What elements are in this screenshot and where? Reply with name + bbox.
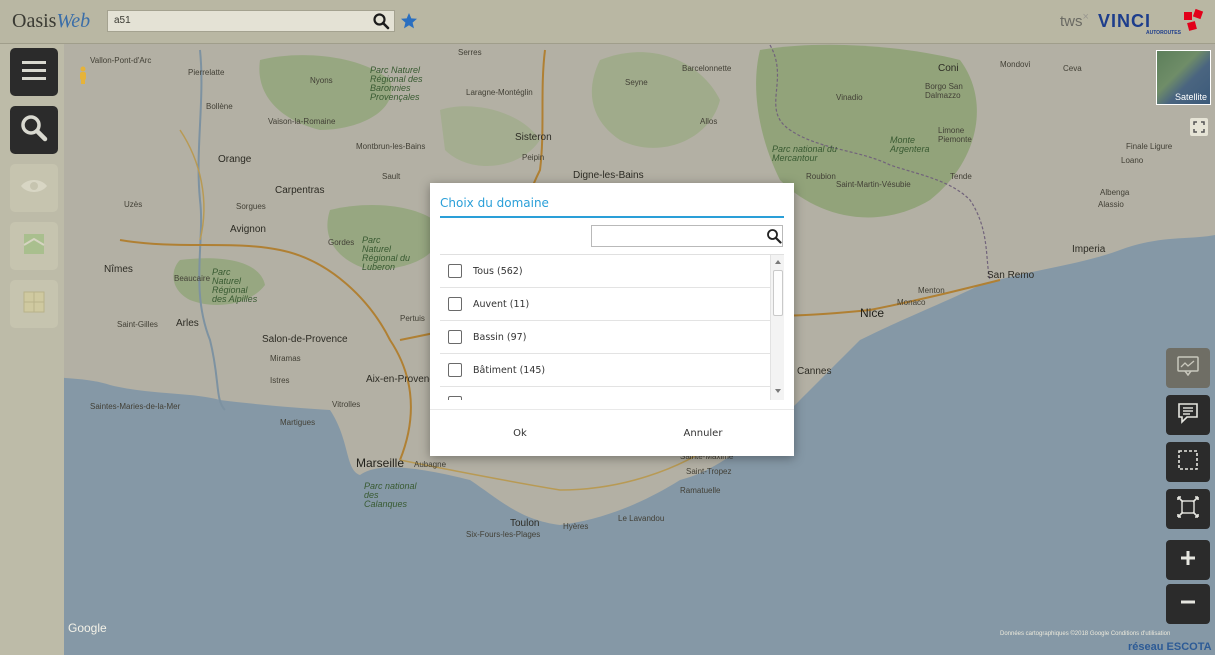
scroll-thumb[interactable]	[773, 270, 783, 316]
satellite-toggle[interactable]: Satellite	[1156, 50, 1211, 105]
search-icon[interactable]	[372, 12, 390, 30]
scroll-up-arrow-icon[interactable]	[775, 260, 781, 264]
select-area-button[interactable]	[1166, 442, 1210, 482]
top-bar: OasisWeb a51 tws× VINCI AUTOROUTES	[0, 0, 1215, 44]
star-icon[interactable]	[400, 12, 418, 30]
tws-label: tws	[1060, 13, 1083, 30]
search-icon	[19, 113, 49, 147]
ok-button[interactable]: Ok	[450, 419, 590, 449]
search-icon[interactable]	[766, 228, 782, 244]
item-label: Bâtiment (145)	[473, 364, 546, 376]
checkbox[interactable]	[448, 297, 462, 311]
tws-logo: tws×	[1060, 11, 1089, 30]
list-item-partial[interactable]	[440, 387, 770, 400]
checkbox[interactable]	[448, 396, 462, 400]
menu-icon	[20, 58, 48, 86]
vinci-sub: AUTOROUTES	[1146, 30, 1182, 36]
checkbox[interactable]	[448, 264, 462, 278]
menu-button[interactable]	[10, 48, 58, 96]
list-item[interactable]: Bâtiment (145)	[440, 354, 770, 387]
eye-icon	[19, 176, 49, 200]
vinci-brand: VINCI	[1098, 11, 1151, 31]
grid-button[interactable]	[10, 280, 58, 328]
tws-mark: ×	[1082, 11, 1089, 23]
item-label: Auvent (11)	[473, 298, 530, 310]
map-attribution[interactable]: Données cartographiques ©2018 Google Con…	[1000, 631, 1170, 637]
zoom-in-icon	[1179, 549, 1197, 571]
street-view-pegman-icon[interactable]	[78, 66, 88, 84]
domain-choice-dialog: Choix du domaine Tous (562) Auvent (11) …	[430, 183, 794, 456]
fit-extent-button[interactable]	[1166, 489, 1210, 529]
list-item[interactable]: Bassin (97)	[440, 321, 770, 354]
google-logo: Google	[68, 621, 107, 635]
fullscreen-icon	[1193, 118, 1205, 137]
title-underline	[440, 216, 784, 218]
network-label: réseau ESCOTA	[1128, 641, 1212, 653]
layers-icon	[21, 231, 47, 261]
comment-icon	[1177, 402, 1199, 428]
chart-icon	[1177, 356, 1199, 380]
search-tool-button[interactable]	[10, 106, 58, 154]
zoom-out-button[interactable]	[1166, 584, 1210, 624]
logo-suffix: Web	[56, 10, 91, 32]
logo-main: Oasis	[12, 10, 57, 32]
app-logo: OasisWeb	[12, 10, 90, 33]
dialog-title: Choix du domaine	[440, 196, 549, 210]
item-label: Bassin (97)	[473, 331, 527, 343]
search-input[interactable]: a51	[107, 10, 395, 32]
checkbox[interactable]	[448, 363, 462, 377]
fit-extent-icon	[1177, 496, 1199, 522]
cancel-button[interactable]: Annuler	[630, 419, 776, 449]
fullscreen-button[interactable]	[1190, 118, 1208, 136]
domain-list[interactable]: Tous (562) Auvent (11) Bassin (97) Bâtim…	[440, 254, 784, 400]
scroll-down-arrow-icon[interactable]	[775, 389, 781, 393]
chart-button[interactable]	[1166, 348, 1210, 388]
layers-button[interactable]	[10, 222, 58, 270]
domain-filter-input[interactable]	[591, 225, 783, 247]
item-label: Tous (562)	[473, 265, 523, 277]
satellite-label: Satellite	[1174, 92, 1207, 102]
zoom-out-icon	[1179, 593, 1197, 615]
visibility-button[interactable]	[10, 164, 58, 212]
select-area-icon	[1177, 449, 1199, 475]
left-sidebar	[0, 44, 64, 655]
comment-button[interactable]	[1166, 395, 1210, 435]
zoom-in-button[interactable]	[1166, 540, 1210, 580]
list-item[interactable]: Tous (562)	[440, 255, 770, 288]
list-scrollbar[interactable]	[770, 255, 784, 400]
dialog-divider	[430, 409, 794, 410]
grid-icon	[21, 289, 47, 319]
checkbox[interactable]	[448, 330, 462, 344]
list-item[interactable]: Auvent (11)	[440, 288, 770, 321]
vinci-autoroutes-logo: VINCI AUTOROUTES	[1098, 8, 1208, 36]
